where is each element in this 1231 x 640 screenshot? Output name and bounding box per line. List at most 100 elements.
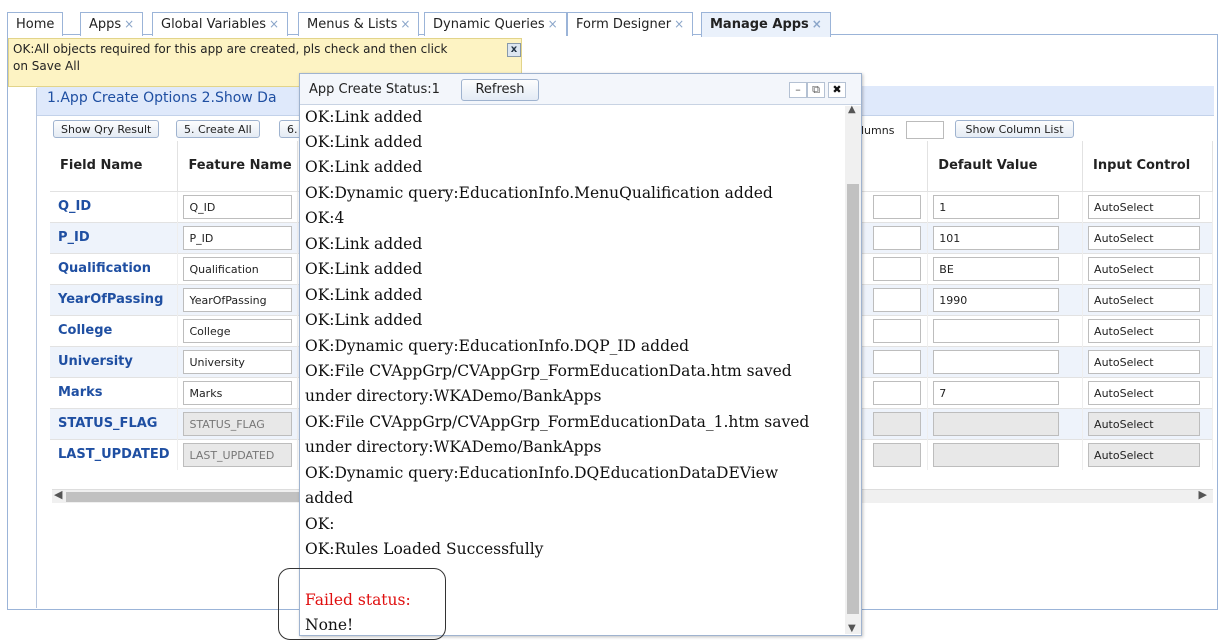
default-value-cell: 1990: [927, 283, 1084, 315]
default-value-input[interactable]: BE: [933, 256, 1060, 281]
default-value-input[interactable]: 1: [933, 194, 1060, 219]
toast-line-1: OK:All objects required for this app are…: [13, 42, 448, 56]
options-bar-text[interactable]: 1.App Create Options 2.Show Da: [47, 90, 277, 106]
status-log: OK:Link added OK:Link added OK:Link adde…: [300, 106, 845, 634]
tab-dynamic-queries[interactable]: Dynamic Queries ×: [424, 12, 567, 36]
field-name-cell: P_ID: [50, 221, 179, 253]
tab-menus-lists-label: Menus & Lists: [307, 17, 398, 32]
hidden-input[interactable]: [873, 349, 922, 374]
log-line: OK:Link added: [305, 311, 423, 329]
tab-form-designer[interactable]: Form Designer ×: [567, 12, 694, 36]
log-line: under directory:WKADemo/BankApps: [305, 438, 602, 456]
close-icon[interactable]: ×: [269, 17, 279, 31]
input-control-select: AutoSelect: [1088, 442, 1201, 467]
feature-name-cell: University: [177, 345, 299, 377]
feature-name-cell: LAST_UPDATED: [177, 438, 299, 470]
scroll-thumb[interactable]: [66, 492, 302, 502]
hidden-input[interactable]: [873, 380, 922, 405]
feature-name-input[interactable]: College: [183, 318, 293, 343]
refresh-button[interactable]: Refresh: [461, 79, 539, 101]
scroll-thumb[interactable]: [847, 184, 859, 614]
feature-name-input[interactable]: Q_ID: [183, 194, 293, 219]
app-create-status-dialog: App Create Status:1 Refresh – ⧉ ✖ OK:Lin…: [299, 73, 862, 636]
input-control-cell: AutoSelect: [1082, 407, 1213, 439]
feature-name-input[interactable]: University: [183, 349, 293, 374]
input-control-select[interactable]: AutoSelect: [1088, 380, 1201, 405]
close-icon[interactable]: ×: [812, 17, 822, 31]
scroll-down-icon[interactable]: ▼: [848, 623, 856, 634]
vertical-scrollbar[interactable]: ▲ ▼: [845, 104, 861, 634]
log-line: OK:Dynamic query:EducationInfo.MenuQuali…: [305, 184, 773, 202]
input-control-cell: AutoSelect: [1082, 221, 1213, 253]
header-feature-name: Feature Name: [177, 141, 299, 191]
field-name-cell: College: [50, 314, 179, 346]
field-name-cell: YearOfPassing: [50, 283, 179, 315]
log-line: OK:File CVAppGrp/CVAppGrp_FormEducationD…: [305, 413, 810, 431]
input-control-select[interactable]: AutoSelect: [1088, 318, 1201, 343]
columns-input[interactable]: [906, 121, 944, 139]
hidden-input[interactable]: [873, 225, 922, 250]
field-name-cell: Q_ID: [50, 190, 179, 222]
show-qry-result-button[interactable]: Show Qry Result: [53, 120, 160, 138]
tab-manage-apps[interactable]: Manage Apps ×: [701, 12, 831, 37]
feature-name-input[interactable]: Marks: [183, 380, 293, 405]
feature-name-input[interactable]: P_ID: [183, 225, 293, 250]
log-line: under directory:WKADemo/BankApps: [305, 387, 602, 405]
log-line: OK:Link added: [305, 286, 423, 304]
log-line: OK:: [305, 515, 335, 533]
tab-form-designer-label: Form Designer: [576, 17, 672, 32]
tab-apps[interactable]: Apps ×: [80, 12, 144, 36]
hidden-input[interactable]: [873, 256, 922, 281]
tab-apps-label: Apps: [89, 17, 122, 32]
dialog-header[interactable]: App Create Status:1 Refresh – ⧉ ✖: [300, 74, 861, 105]
feature-name-cell: Qualification: [177, 252, 299, 284]
tab-bar: Home Apps × Global Variables × Menus & Lis…: [7, 9, 1218, 37]
input-control-select[interactable]: AutoSelect: [1088, 194, 1201, 219]
close-icon[interactable]: ×: [400, 17, 410, 31]
hidden-input[interactable]: [873, 287, 922, 312]
close-icon[interactable]: ×: [674, 17, 684, 31]
hidden-input: [873, 411, 922, 436]
scroll-right-icon[interactable]: ▶: [1199, 488, 1207, 501]
default-value-input[interactable]: 7: [933, 380, 1060, 405]
tab-home-label: Home: [16, 17, 55, 32]
toast-close-button[interactable]: x: [507, 43, 521, 57]
feature-name-input: STATUS_FLAG: [183, 411, 293, 436]
hidden-input[interactable]: [873, 318, 922, 343]
hidden-input[interactable]: [873, 194, 922, 219]
input-control-select[interactable]: AutoSelect: [1088, 287, 1201, 312]
scroll-up-icon[interactable]: ▲: [848, 104, 856, 115]
feature-name-input[interactable]: YearOfPassing: [183, 287, 293, 312]
log-line: OK:File CVAppGrp/CVAppGrp_FormEducationD…: [305, 362, 792, 380]
tab-menus-lists[interactable]: Menus & Lists ×: [298, 12, 420, 36]
header-field-name: Field Name: [50, 141, 179, 191]
create-all-button[interactable]: 5. Create All: [176, 120, 260, 138]
input-control-select[interactable]: AutoSelect: [1088, 225, 1201, 250]
log-line: OK:Link added: [305, 133, 423, 151]
input-control-cell: AutoSelect: [1082, 252, 1213, 284]
feature-name-cell: YearOfPassing: [177, 283, 299, 315]
tab-home[interactable]: Home: [7, 12, 64, 36]
divider: [36, 88, 37, 608]
close-icon[interactable]: ✖: [828, 82, 846, 98]
default-value-input[interactable]: 1990: [933, 287, 1060, 312]
close-icon[interactable]: ×: [124, 17, 134, 31]
scroll-left-icon[interactable]: ◀: [54, 488, 62, 501]
show-column-list-button[interactable]: Show Column List: [955, 120, 1074, 138]
default-value-input[interactable]: [933, 349, 1060, 374]
hidden-input: [873, 442, 922, 467]
tab-global-variables-label: Global Variables: [161, 17, 267, 32]
input-control-cell: AutoSelect: [1082, 314, 1213, 346]
field-name-cell: Qualification: [50, 252, 179, 284]
restore-icon[interactable]: ⧉: [807, 82, 825, 98]
input-control-select[interactable]: AutoSelect: [1088, 256, 1201, 281]
field-name-cell: Marks: [50, 376, 179, 408]
minimize-icon[interactable]: –: [789, 82, 807, 98]
default-value-input[interactable]: [933, 318, 1060, 343]
input-control-select[interactable]: AutoSelect: [1088, 349, 1201, 374]
default-value-input[interactable]: 101: [933, 225, 1060, 250]
close-icon[interactable]: ×: [548, 17, 558, 31]
feature-name-input[interactable]: Qualification: [183, 256, 293, 281]
log-line: OK:Link added: [305, 108, 423, 126]
tab-global-variables[interactable]: Global Variables ×: [152, 12, 289, 36]
